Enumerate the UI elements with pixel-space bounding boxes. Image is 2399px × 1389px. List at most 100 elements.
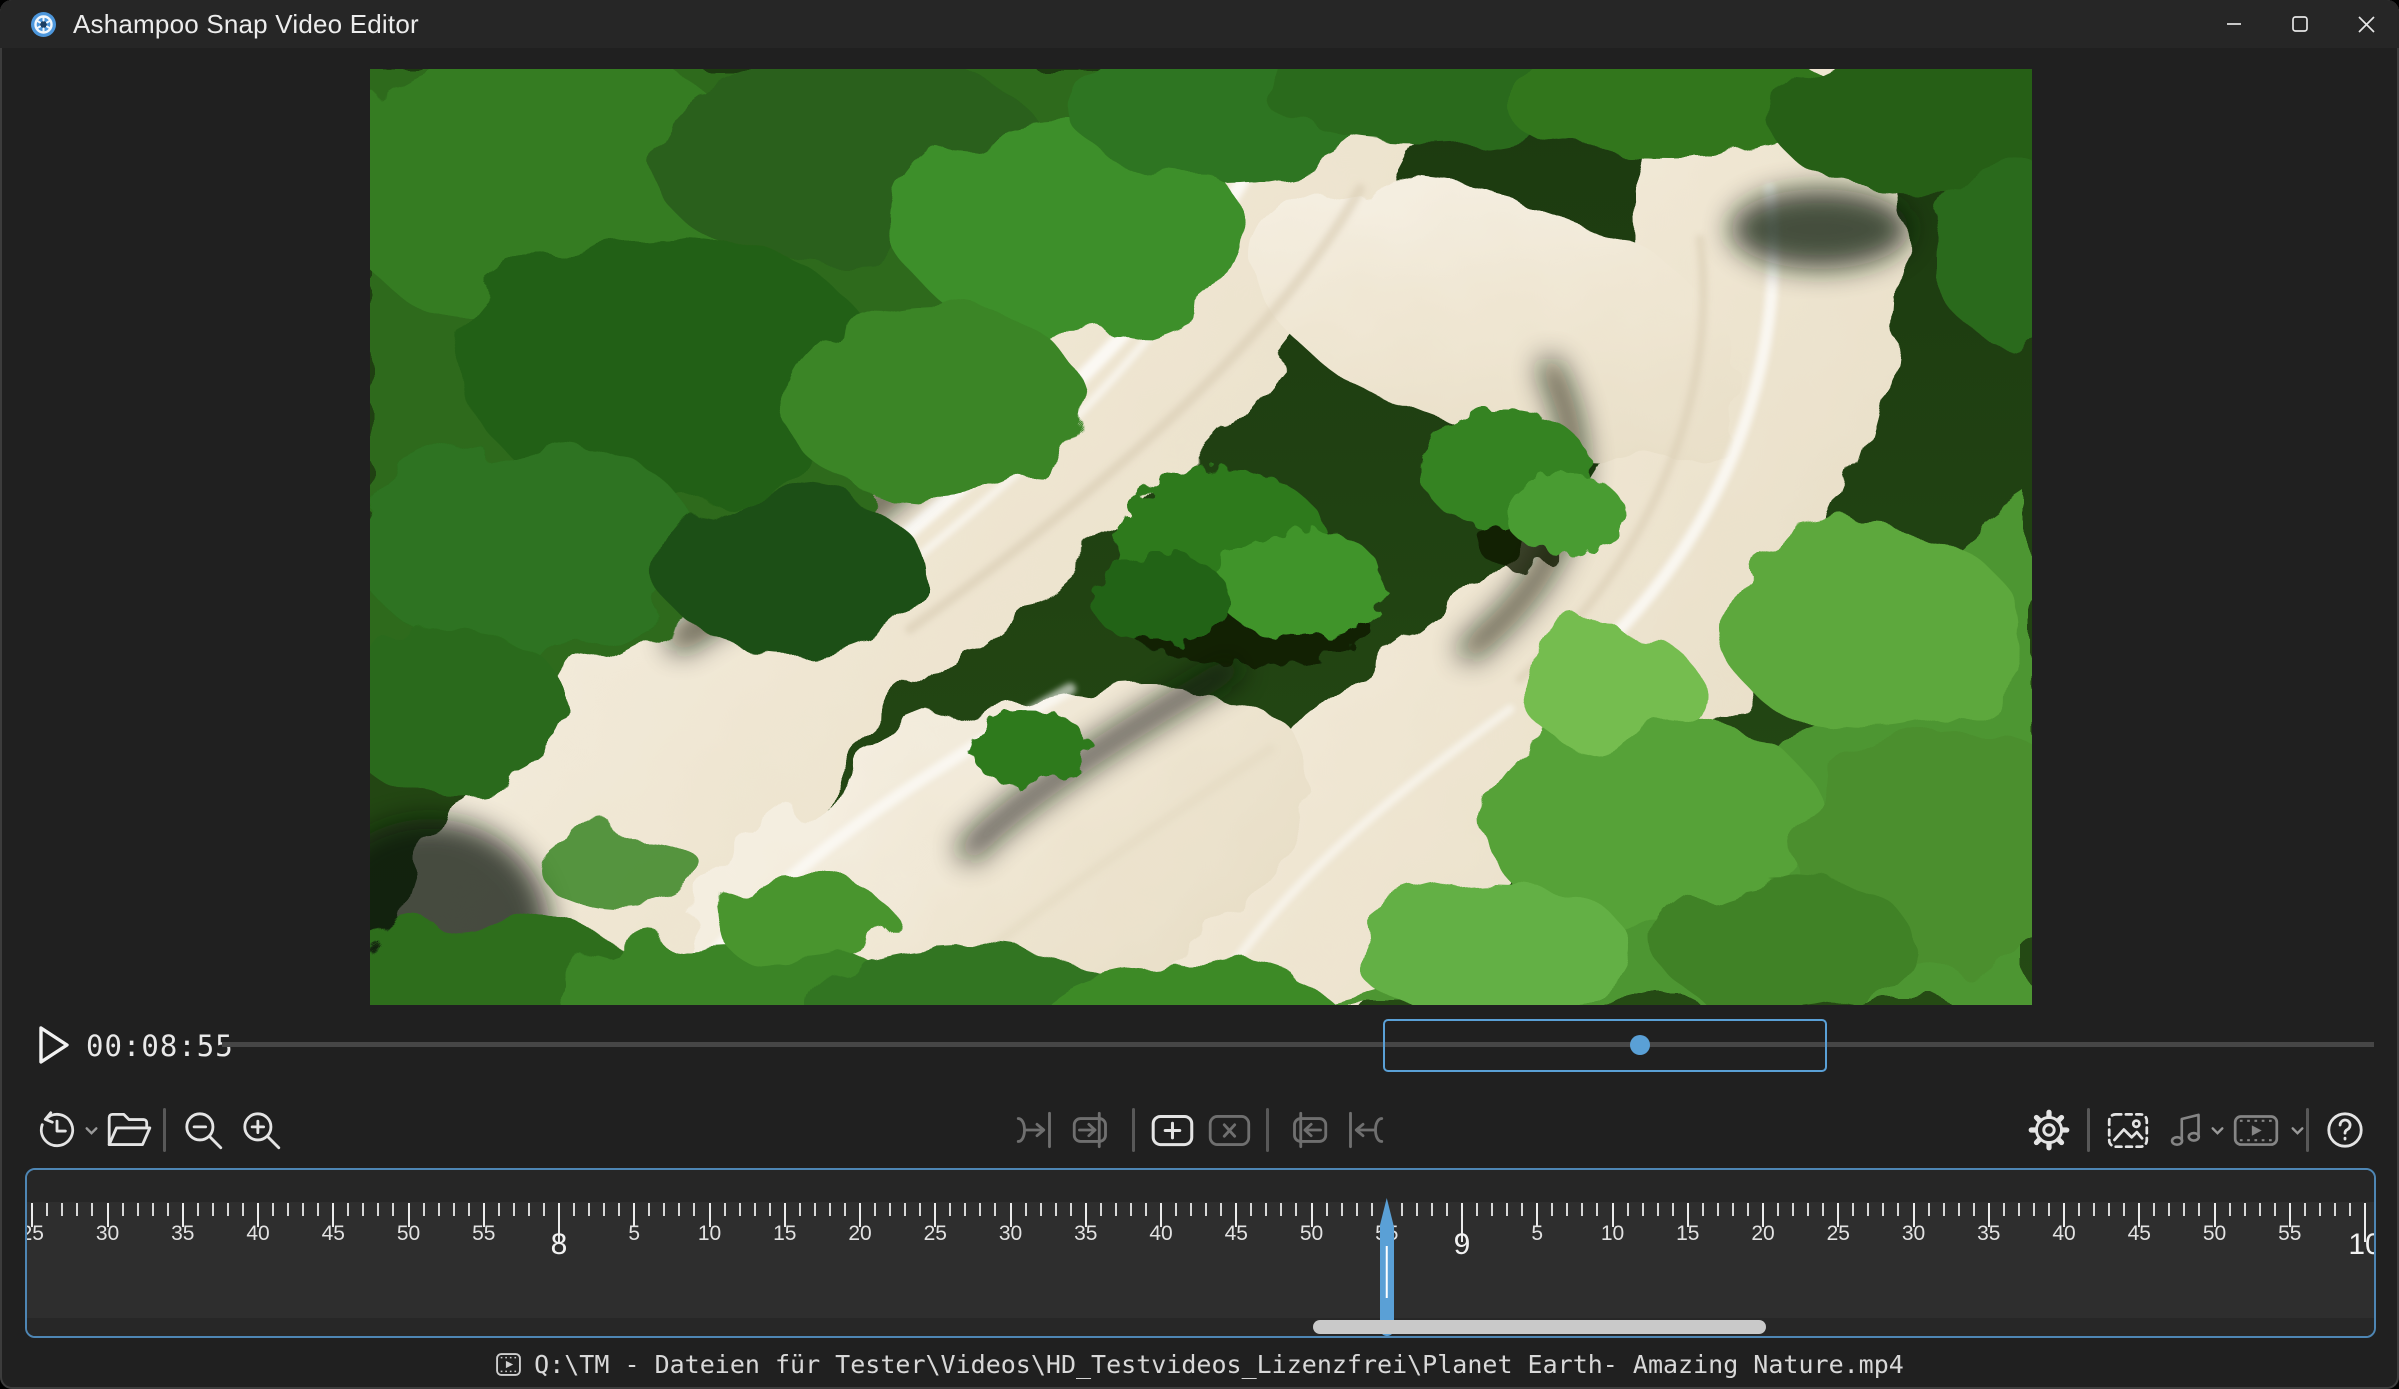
ruler-tick	[1928, 1203, 1930, 1216]
ruler-tick	[844, 1203, 846, 1216]
ruler-tick	[453, 1203, 455, 1216]
ruler-tick	[498, 1203, 500, 1216]
ruler-tick	[543, 1203, 545, 1216]
ruler-tick	[889, 1203, 891, 1216]
ruler-second-label: 45	[2128, 1222, 2151, 1246]
timeline-ruler[interactable]: 2530354045505585101520253035404550559510…	[25, 1168, 2376, 1338]
ruler-second-label: 30	[1902, 1222, 1925, 1246]
timeline-scroll-track[interactable]	[27, 1318, 2374, 1336]
video-chevron-down-icon[interactable]	[2290, 1100, 2305, 1160]
zoom-in-icon	[238, 1107, 284, 1153]
ruler-tick	[1100, 1203, 1102, 1216]
ruler-tick	[814, 1203, 816, 1216]
ruler-tick	[979, 1203, 981, 1216]
ruler-tick	[1792, 1203, 1794, 1216]
close-button[interactable]	[2333, 0, 2399, 48]
toolbar	[0, 1100, 2399, 1160]
ruler-tick	[212, 1203, 214, 1216]
ruler-tick	[46, 1203, 48, 1216]
trim-end-button[interactable]	[1012, 1100, 1062, 1160]
ruler-tick	[2198, 1203, 2200, 1216]
ruler-tick	[287, 1203, 289, 1216]
ruler-tick	[1581, 1203, 1583, 1216]
ruler-tick	[91, 1203, 93, 1216]
seek-track[interactable]	[222, 1042, 2374, 1047]
ruler-second-label: 55	[2278, 1222, 2301, 1246]
seek-visible-range[interactable]	[1383, 1019, 1827, 1072]
ruler-tick	[1943, 1203, 1945, 1216]
ruler-tick	[2334, 1203, 2336, 1216]
ruler-second-label: 15	[1676, 1222, 1699, 1246]
zoom-out-icon	[180, 1107, 226, 1153]
toolbar-divider	[163, 1108, 166, 1152]
ruler-tick	[1280, 1203, 1282, 1216]
ruler-tick	[1867, 1203, 1869, 1216]
move-cut-left-button[interactable]	[1282, 1100, 1332, 1160]
titlebar[interactable]: Ashampoo Snap Video Editor	[0, 0, 2399, 48]
ruler-tick	[2168, 1203, 2170, 1216]
ruler-second-label: 5	[628, 1222, 640, 1246]
ruler-tick	[1657, 1203, 1659, 1216]
export-audio-button[interactable]	[2164, 1100, 2210, 1160]
minimize-button[interactable]	[2201, 0, 2267, 48]
ruler-tick	[423, 1203, 425, 1216]
ruler-tick	[513, 1203, 515, 1216]
ruler-tick	[197, 1203, 199, 1216]
ruler-tick	[2078, 1203, 2080, 1216]
ruler-minute-label: 8	[551, 1228, 568, 1262]
ruler-tick	[1341, 1203, 1343, 1216]
ruler-tick	[1175, 1203, 1177, 1216]
timeline-playhead[interactable]	[1380, 1198, 1394, 1336]
open-file-button[interactable]	[104, 1100, 154, 1160]
ruler-second-label: 55	[472, 1222, 495, 1246]
ruler-tick	[1356, 1203, 1358, 1216]
ruler-tick	[2048, 1203, 2050, 1216]
toolbar-divider	[1132, 1108, 1135, 1152]
video-preview[interactable]	[370, 69, 2032, 1005]
play-icon	[36, 1024, 72, 1066]
ruler-tick	[438, 1203, 440, 1216]
ruler-tick	[61, 1203, 63, 1216]
remove-cut-icon	[1205, 1107, 1255, 1153]
ruler-tick	[1596, 1203, 1598, 1216]
export-snapshot-button[interactable]	[2104, 1100, 2152, 1160]
move-cut-right-button[interactable]	[1068, 1100, 1118, 1160]
ruler-tick	[2108, 1203, 2110, 1216]
current-time: 00:08:55	[86, 1029, 234, 1063]
ruler-second-label: 25	[924, 1222, 947, 1246]
help-button[interactable]	[2322, 1100, 2368, 1160]
remove-cut-button[interactable]	[1205, 1100, 1255, 1160]
playhead-tip	[1380, 1198, 1394, 1226]
ruler-tick	[1250, 1203, 1252, 1216]
ruler-tick	[1295, 1203, 1297, 1216]
ruler-tick	[272, 1203, 274, 1216]
play-button[interactable]	[36, 1024, 72, 1066]
export-video-button[interactable]	[2230, 1100, 2282, 1160]
seek-handle[interactable]	[1630, 1035, 1650, 1055]
ruler-tick	[1642, 1203, 1644, 1216]
ruler-second-label: 20	[1751, 1222, 1774, 1246]
history-button[interactable]	[34, 1100, 80, 1160]
zoom-in-button[interactable]	[238, 1100, 284, 1160]
audio-chevron-down-icon[interactable]	[2210, 1100, 2225, 1160]
settings-button[interactable]	[2026, 1100, 2072, 1160]
ruler-tick	[137, 1203, 139, 1216]
ruler-tick	[2259, 1203, 2261, 1216]
ruler-second-label: 45	[322, 1222, 345, 1246]
ruler-second-label: 10	[1601, 1222, 1624, 1246]
zoom-out-button[interactable]	[180, 1100, 226, 1160]
ruler-tick	[618, 1203, 620, 1216]
ruler-tick	[1130, 1203, 1132, 1216]
ruler-tick	[874, 1203, 876, 1216]
ruler-tick	[392, 1203, 394, 1216]
ruler-tick	[1958, 1203, 1960, 1216]
ruler-second-label: 35	[171, 1222, 194, 1246]
timeline-scroll-thumb[interactable]	[1313, 1320, 1766, 1334]
ruler-tick	[1491, 1203, 1493, 1216]
ruler-tick	[1672, 1203, 1674, 1216]
trim-start-button[interactable]	[1338, 1100, 1388, 1160]
maximize-button[interactable]	[2267, 0, 2333, 48]
history-chevron-down-icon[interactable]	[84, 1100, 99, 1160]
ruler-tick	[1070, 1203, 1072, 1216]
add-cut-button[interactable]	[1148, 1100, 1198, 1160]
